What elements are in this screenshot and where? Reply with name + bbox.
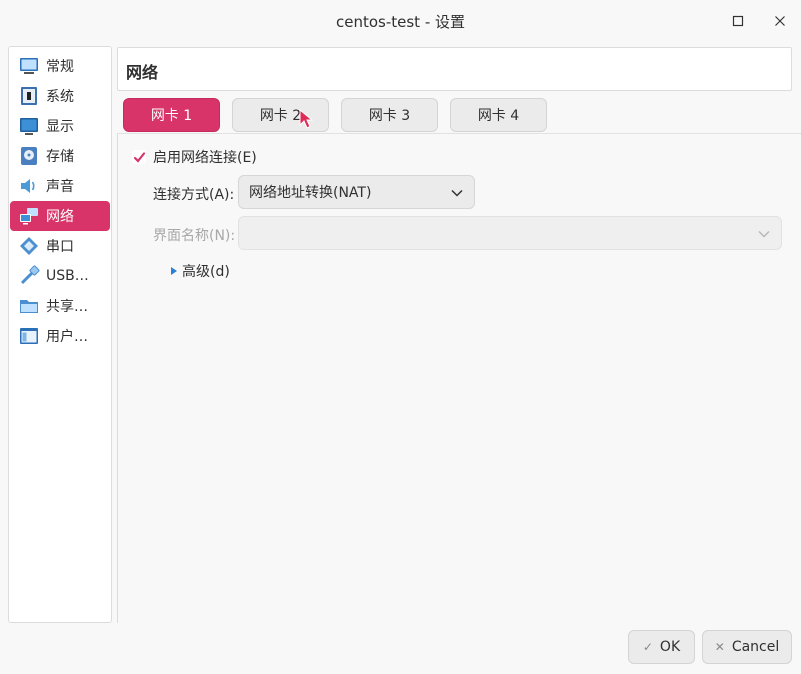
sidebar-item-general[interactable]: 常规 — [10, 51, 110, 81]
sidebar-item-label: 网络 — [46, 209, 74, 225]
chip-icon — [21, 87, 37, 105]
sidebar-item-label: 用户… — [46, 329, 88, 345]
check-icon: ✓ — [642, 640, 653, 654]
tab-adapter-4[interactable]: 网卡 4 — [450, 98, 547, 132]
folder-icon — [20, 300, 38, 313]
checkmark-icon — [133, 151, 145, 163]
speaker-icon — [21, 179, 35, 193]
advanced-expander[interactable]: 高级(d) — [170, 261, 230, 281]
attached-to-select[interactable]: 网络地址转换(NAT) — [238, 175, 475, 209]
attached-to-label: 连接方式(A): — [153, 187, 235, 203]
sidebar-item-label: 显示 — [46, 119, 74, 135]
sidebar-item-label: 系统 — [46, 89, 74, 105]
sidebar-item-storage[interactable]: 存储 — [10, 141, 110, 171]
advanced-label: 高级(d) — [182, 264, 230, 280]
sidebar-item-system[interactable]: 系统 — [10, 81, 110, 111]
interface-name-label: 界面名称(N): — [153, 228, 236, 244]
sidebar-item-serial-ports[interactable]: 串口 — [10, 231, 110, 261]
ok-button-label: OK — [659, 639, 681, 655]
serial-port-icon — [20, 237, 38, 255]
title-bar: centos-test - 设置 — [0, 0, 801, 42]
sidebar-item-label: 存储 — [46, 149, 74, 165]
cancel-x-icon: ✕ — [714, 640, 725, 654]
close-icon — [775, 16, 785, 26]
maximize-icon — [732, 15, 744, 27]
sidebar-item-network[interactable]: 网络 — [10, 201, 110, 231]
cancel-button[interactable]: ✕ Cancel — [702, 630, 792, 664]
cancel-button-label: Cancel — [731, 639, 780, 655]
enable-adapter-row[interactable]: 启用网络连接(E) — [132, 148, 257, 166]
sidebar-item-usb[interactable]: USB… — [10, 261, 110, 291]
sidebar-item-label: 串口 — [46, 239, 74, 255]
enable-adapter-checkbox[interactable] — [132, 150, 146, 164]
sidebar-item-display[interactable]: 显示 — [10, 111, 110, 141]
close-button[interactable] — [767, 8, 793, 34]
settings-sidebar: 常规 系统 显示 存储 声音 网络 串口 USB… 共享… 用户… — [8, 46, 112, 623]
network-icon — [20, 208, 38, 225]
sidebar-item-label: 共享… — [46, 299, 88, 315]
sidebar-item-label: 常规 — [46, 59, 74, 75]
expand-triangle-icon — [171, 267, 177, 275]
sidebar-item-label: USB… — [46, 268, 89, 284]
maximize-button[interactable] — [725, 8, 751, 34]
display-icon — [20, 118, 38, 135]
sidebar-item-audio[interactable]: 声音 — [10, 171, 110, 201]
window-title: centos-test - 设置 — [335, 13, 466, 31]
chevron-down-icon — [758, 230, 770, 238]
usb-icon — [20, 265, 40, 285]
tab-adapter-3[interactable]: 网卡 3 — [341, 98, 438, 132]
interface-name-select — [238, 216, 782, 250]
page-title: 网络 — [117, 47, 792, 91]
chevron-down-icon — [451, 189, 463, 197]
sidebar-item-label: 声音 — [46, 179, 74, 195]
ok-button[interactable]: ✓ OK — [628, 630, 695, 664]
attached-to-value: 网络地址转换(NAT) — [249, 185, 372, 201]
tab-adapter-1[interactable]: 网卡 1 — [123, 98, 220, 132]
monitor-icon — [20, 58, 38, 74]
sidebar-item-shared-folders[interactable]: 共享… — [10, 291, 110, 321]
sidebar-item-user-interface[interactable]: 用户… — [10, 321, 110, 351]
user-interface-icon — [20, 328, 38, 344]
disk-icon — [21, 147, 37, 165]
enable-adapter-label: 启用网络连接(E) — [153, 150, 257, 166]
mouse-cursor-icon — [299, 109, 314, 129]
